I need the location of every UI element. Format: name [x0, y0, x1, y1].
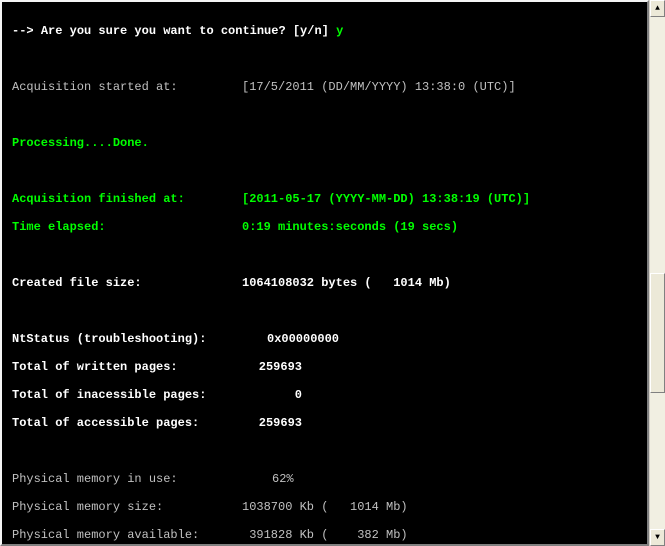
vertical-scrollbar[interactable]: ▲ ▼	[649, 0, 665, 546]
elapsed-value: 0:19 minutes:seconds (19 secs)	[242, 220, 458, 234]
start-value: [17/5/2011 (DD/MM/YYYY) 13:38:0 (UTC)]	[242, 80, 516, 94]
finish-label: Acquisition finished at:	[12, 192, 242, 206]
prompt-prefix: -->	[12, 24, 41, 38]
mem-size-line: Physical memory size:1038700 Kb ( 1014 M…	[12, 500, 637, 514]
inacc-value: 0	[227, 388, 302, 402]
inacc-label: Total of inacessible pages:	[12, 388, 227, 402]
scroll-up-icon: ▲	[655, 4, 660, 13]
processing-line: Processing....Done.	[12, 136, 637, 150]
written-label: Total of written pages:	[12, 360, 227, 374]
prompt-line: --> Are you sure you want to continue? […	[12, 24, 637, 38]
meminuse-value: 62%	[272, 472, 294, 486]
accessible-line: Total of accessible pages:259693	[12, 416, 637, 430]
ntstatus-value: 0x00000000	[267, 332, 339, 346]
scroll-down-icon: ▼	[655, 533, 660, 542]
scroll-down-button[interactable]: ▼	[650, 529, 665, 546]
prompt-answer[interactable]: y	[336, 24, 343, 38]
terminal-output: --> Are you sure you want to continue? […	[0, 0, 649, 546]
filesize-line: Created file size:1064108032 bytes ( 101…	[12, 276, 637, 290]
memavail-label: Physical memory available:	[12, 528, 242, 542]
acquisition-start-line: Acquisition started at:[17/5/2011 (DD/MM…	[12, 80, 637, 94]
ntstatus-label: NtStatus (troubleshooting):	[12, 332, 267, 346]
start-label: Acquisition started at:	[12, 80, 242, 94]
acc-value: 259693	[227, 416, 302, 430]
scroll-up-button[interactable]: ▲	[650, 0, 665, 17]
elapsed-line: Time elapsed:0:19 minutes:seconds (19 se…	[12, 220, 637, 234]
memsize-value: 1038700 Kb ( 1014 Mb)	[242, 500, 408, 514]
filesize-value: 1064108032 bytes ( 1014 Mb)	[242, 276, 451, 290]
filesize-label: Created file size:	[12, 276, 242, 290]
elapsed-label: Time elapsed:	[12, 220, 242, 234]
inaccessible-line: Total of inacessible pages:0	[12, 388, 637, 402]
mem-inuse-line: Physical memory in use:62%	[12, 472, 637, 486]
prompt-question: Are you sure you want to continue? [y/n]	[41, 24, 336, 38]
acc-label: Total of accessible pages:	[12, 416, 227, 430]
acquisition-finish-line: Acquisition finished at:[2011-05-17 (YYY…	[12, 192, 637, 206]
written-value: 259693	[227, 360, 302, 374]
scrollbar-thumb[interactable]	[650, 273, 665, 393]
scrollbar-track[interactable]	[650, 17, 665, 529]
ntstatus-line: NtStatus (troubleshooting):0x00000000	[12, 332, 637, 346]
processing-label: Processing....	[12, 136, 113, 150]
memsize-label: Physical memory size:	[12, 500, 242, 514]
mem-avail-line: Physical memory available: 391828 Kb ( 3…	[12, 528, 637, 542]
processing-done: Done.	[113, 136, 149, 150]
written-line: Total of written pages:259693	[12, 360, 637, 374]
meminuse-label: Physical memory in use:	[12, 472, 272, 486]
finish-value: [2011-05-17 (YYYY-MM-DD) 13:38:19 (UTC)]	[242, 192, 530, 206]
memavail-value: 391828 Kb ( 382 Mb)	[242, 528, 408, 542]
